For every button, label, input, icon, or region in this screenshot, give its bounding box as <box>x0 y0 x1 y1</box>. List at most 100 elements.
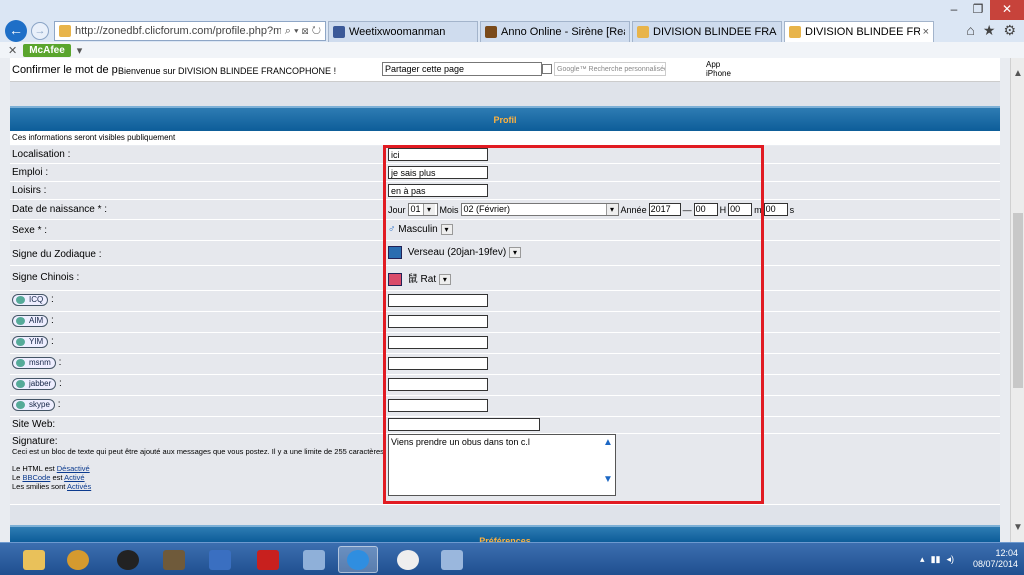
bbcode-status: Le BBCode est Activé <box>12 473 384 482</box>
share-field[interactable]: Partager cette page <box>382 62 542 76</box>
page-content: Confirmer le mot de passe : Bienvenue su… <box>0 58 1010 542</box>
chevron-up-icon[interactable]: ▲ <box>1011 68 1024 82</box>
home-icon[interactable]: ⌂ <box>966 22 974 39</box>
app-icon <box>397 549 419 570</box>
smilies-state-link[interactable]: Activés <box>67 482 91 491</box>
second-input[interactable]: 00 <box>763 203 788 216</box>
html-status: Le HTML est Désactivé <box>12 464 384 473</box>
close-tab-icon[interactable]: × <box>923 26 929 38</box>
signature-label-block: Signature: Ceci est un bloc de texte qui… <box>12 436 384 491</box>
taskbar-app-3[interactable] <box>108 546 148 573</box>
settings-gear-icon[interactable]: ⚙ <box>1003 22 1016 39</box>
taskbar-file-explorer[interactable] <box>14 546 54 573</box>
game-icon <box>163 549 185 570</box>
forum-icon <box>637 26 649 38</box>
internet-explorer-icon <box>347 549 369 570</box>
address-bar[interactable]: http://zonedbf.clicforum.com/profile.php… <box>54 21 326 41</box>
taskbar-app-7[interactable] <box>294 546 334 573</box>
address-url[interactable]: http://zonedbf.clicforum.com/profile.php… <box>75 25 281 37</box>
tab-label: Anno Online - Sirène [Realm 1] <box>501 26 625 38</box>
html-state-link[interactable]: Désactivé <box>57 464 90 473</box>
profile-section-header: Profil <box>10 106 1000 131</box>
taskbar-app-10[interactable] <box>432 546 472 573</box>
network-icon[interactable]: ▮▮ <box>931 554 941 565</box>
birthdate-label: Date de naissance * : <box>12 204 108 215</box>
spacer <box>10 505 1000 525</box>
app-link[interactable]: App iPhone <box>706 60 731 78</box>
tab-anno[interactable]: Anno Online - Sirène [Realm 1] <box>480 21 630 42</box>
chevron-down-icon[interactable]: ▼ <box>1011 522 1024 536</box>
jabber-label: jabber : <box>12 378 62 390</box>
website-label: Site Web: <box>12 419 56 430</box>
clock[interactable]: 12:04 08/07/2014 <box>973 548 1018 570</box>
tab-division-2[interactable]: DIVISION BLINDEE FRANCO... × <box>784 21 934 42</box>
profile-intro: Ces informations seront visibles publiqu… <box>10 131 1000 145</box>
highlight-box <box>383 145 764 504</box>
yim-icon: YIM <box>12 336 49 348</box>
aim-label: AIM : <box>12 315 54 327</box>
minimize-button[interactable]: – <box>942 0 966 20</box>
browser-right-icons: ⌂ ★ ⚙ <box>966 22 1016 39</box>
jabber-icon: jabber <box>12 378 57 390</box>
google-search-input[interactable]: Google™ Recherche personnalisée <box>554 62 666 76</box>
bb-prefix: Le <box>12 473 23 482</box>
iphone-label: iPhone <box>706 69 731 78</box>
bb-mid: est <box>50 473 65 482</box>
smilies-prefix: Les smilies sont <box>12 482 68 491</box>
volume-icon[interactable]: ◂) <box>946 554 954 565</box>
chevron-down-icon[interactable]: ▾ <box>77 44 83 57</box>
icq-icon: ICQ <box>12 294 49 306</box>
taskbar-internet-explorer[interactable] <box>338 546 378 573</box>
taskbar-app-4[interactable] <box>154 546 194 573</box>
clock-date: 08/07/2014 <box>972 559 1018 569</box>
aim-icon: AIM <box>12 315 49 327</box>
emploi-label: Emploi : <box>12 167 49 178</box>
loisirs-label: Loisirs : <box>12 185 47 196</box>
colon: : <box>59 378 62 389</box>
smilies-status: Les smilies sont Activés <box>12 482 384 491</box>
colon: : <box>51 294 54 305</box>
msnm-icon: msnm <box>12 357 56 369</box>
close-window-button[interactable]: ✕ <box>990 0 1024 20</box>
app-icon <box>67 549 89 570</box>
signature-desc: Ceci est un bloc de texte qui peut être … <box>12 447 384 456</box>
site-favicon-icon <box>59 25 71 37</box>
scroll-thumb[interactable] <box>1013 213 1023 388</box>
taskbar-app-6[interactable] <box>248 546 288 573</box>
favorites-star-icon[interactable]: ★ <box>983 22 996 39</box>
page-scrollbar[interactable]: ▲ ▼ <box>1010 58 1024 542</box>
preferences-section-header: Préférences <box>10 525 1000 542</box>
taskbar-app-2[interactable] <box>58 546 98 573</box>
zodiac-label: Signe du Zodiaque : <box>12 249 102 260</box>
back-button[interactable]: ← <box>5 20 27 42</box>
welcome-text: Bienvenue sur DIVISION BLINDEE FRANCOPHO… <box>118 66 337 76</box>
html-prefix: Le HTML est <box>12 464 57 473</box>
clock-time: 12:04 <box>995 548 1018 558</box>
tab-division-1[interactable]: DIVISION BLINDEE FRANCOPH... <box>632 21 782 42</box>
bbcode-state-link[interactable]: Activé <box>64 473 84 482</box>
taskbar: ▴ ▮▮ ◂) 12:04 08/07/2014 <box>0 542 1024 575</box>
app-label: App <box>706 60 721 69</box>
mcafee-addon[interactable]: McAfee <box>23 43 71 57</box>
taskbar-app-5[interactable] <box>200 546 240 573</box>
browser-chrome: – ❐ ✕ ← → http://zonedbf.clicforum.com/p… <box>0 0 1024 58</box>
tab-facebook[interactable]: Weetixwoomanman <box>328 21 478 42</box>
close-toolbar-icon[interactable]: ✕ <box>8 44 17 57</box>
anno-icon <box>485 26 497 38</box>
speaker-icon <box>117 549 139 570</box>
forum-icon <box>789 26 801 38</box>
forward-button[interactable]: → <box>31 22 49 40</box>
colon: : <box>58 357 62 368</box>
sexe-label: Sexe * : <box>12 225 48 236</box>
tab-label: Weetixwoomanman <box>349 26 446 38</box>
window-controls: – ❐ ✕ <box>942 0 1024 20</box>
colon: : <box>51 336 54 347</box>
search-refresh-icon[interactable]: ⌕ ▾ ⊠ ↻ <box>281 25 325 38</box>
taskbar-app-9[interactable] <box>388 546 428 573</box>
system-tray: ▴ ▮▮ ◂) <box>920 554 954 565</box>
folder-icon <box>23 549 45 570</box>
bbcode-link[interactable]: BBCode <box>22 473 50 482</box>
share-checkbox[interactable] <box>542 64 552 74</box>
maximize-button[interactable]: ❐ <box>966 0 990 20</box>
tray-arrow-icon[interactable]: ▴ <box>920 554 925 565</box>
